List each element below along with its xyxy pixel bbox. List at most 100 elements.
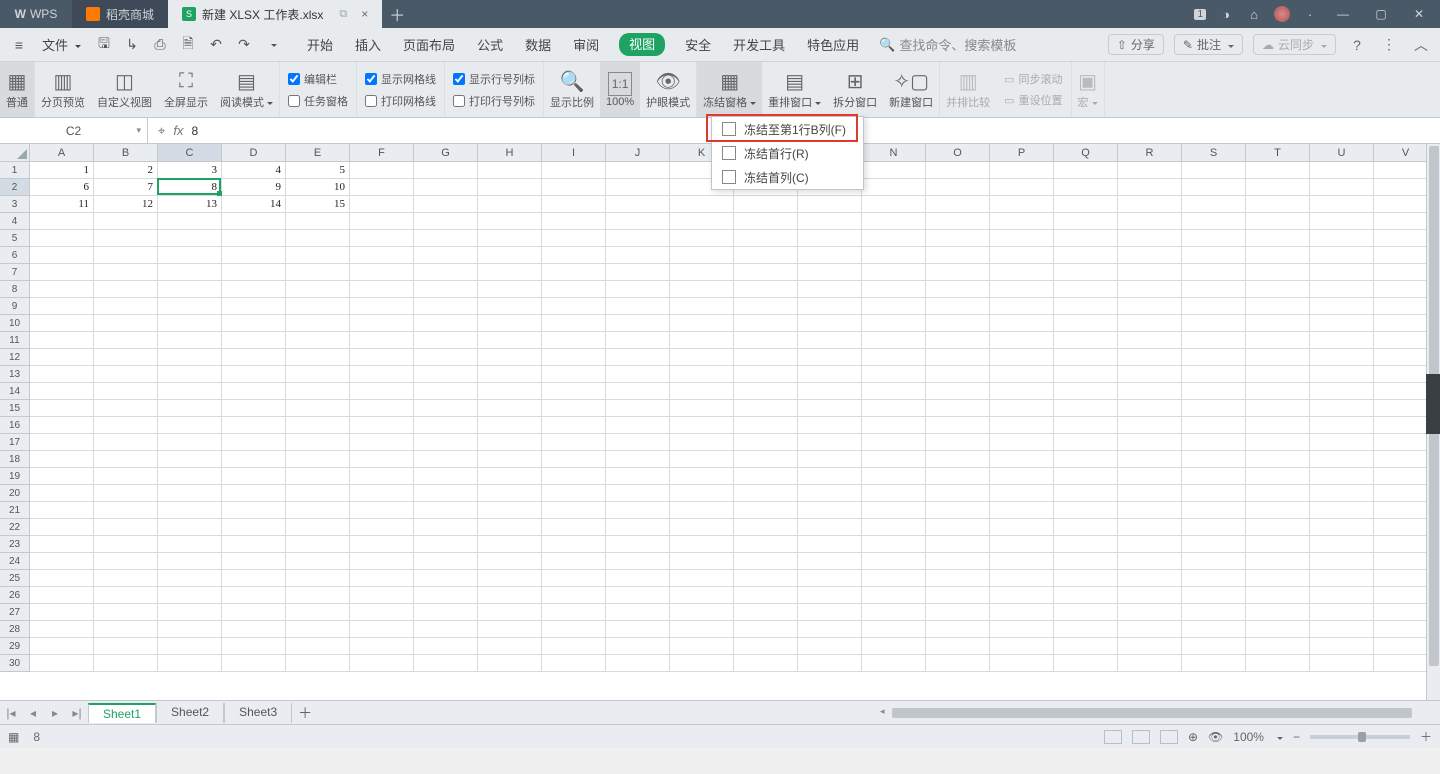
cell[interactable] [286,604,350,621]
cell[interactable] [926,281,990,298]
cell[interactable] [350,519,414,536]
row-header[interactable]: 9 [0,298,30,315]
cell[interactable] [734,502,798,519]
cell[interactable] [926,179,990,196]
cell[interactable] [414,162,478,179]
cell[interactable] [1118,621,1182,638]
cell[interactable] [1246,298,1310,315]
cell[interactable] [286,332,350,349]
cell[interactable] [862,536,926,553]
cell[interactable] [862,179,926,196]
cell[interactable] [94,417,158,434]
cell[interactable] [1054,417,1118,434]
row-header[interactable]: 26 [0,587,30,604]
cell[interactable] [734,400,798,417]
cell[interactable] [286,281,350,298]
cell[interactable] [350,383,414,400]
cell[interactable] [286,383,350,400]
cell[interactable] [1118,417,1182,434]
cell[interactable] [158,655,222,672]
cell[interactable] [1182,570,1246,587]
cell[interactable] [414,638,478,655]
cell[interactable] [30,451,94,468]
chevron-down-icon[interactable]: ▾ [136,125,141,136]
redo-icon[interactable]: ↷ [233,34,255,56]
cell[interactable] [990,264,1054,281]
close-window-button[interactable]: ✕ [1406,7,1432,21]
cell[interactable] [990,383,1054,400]
cell[interactable] [606,468,670,485]
cell[interactable] [670,213,734,230]
cell[interactable] [1182,179,1246,196]
cell[interactable] [94,468,158,485]
cell[interactable] [414,553,478,570]
cell[interactable] [862,451,926,468]
cell[interactable] [1182,315,1246,332]
cell[interactable] [926,485,990,502]
col-header-D[interactable]: D [222,144,286,161]
cell[interactable] [350,366,414,383]
cell[interactable] [350,621,414,638]
expand-fx-icon[interactable]: ⌖ [158,123,165,139]
cell[interactable] [862,655,926,672]
cell[interactable] [478,468,542,485]
cell[interactable] [1310,434,1374,451]
cell[interactable] [414,400,478,417]
cell[interactable] [1118,536,1182,553]
cell[interactable] [862,213,926,230]
row-header[interactable]: 15 [0,400,30,417]
cell[interactable] [158,264,222,281]
cell[interactable] [606,162,670,179]
cell[interactable] [798,638,862,655]
cell[interactable] [734,553,798,570]
cell[interactable] [606,298,670,315]
cell[interactable] [990,519,1054,536]
cell[interactable] [1310,638,1374,655]
cell[interactable] [30,485,94,502]
cell[interactable] [1246,655,1310,672]
cell[interactable] [734,213,798,230]
cell[interactable] [414,366,478,383]
cell[interactable] [1310,502,1374,519]
cell[interactable] [158,366,222,383]
cell[interactable] [1246,332,1310,349]
cell[interactable] [990,604,1054,621]
cell[interactable] [158,281,222,298]
cell[interactable] [478,451,542,468]
cell[interactable] [1246,213,1310,230]
cell[interactable] [926,298,990,315]
cell[interactable] [1246,179,1310,196]
cell[interactable] [414,485,478,502]
cell[interactable] [350,281,414,298]
zoom-in[interactable]: ＋ [1420,728,1432,745]
menu-tab-视图[interactable]: 视图 [619,33,665,56]
cell[interactable] [350,179,414,196]
cell[interactable] [1054,485,1118,502]
cell[interactable] [158,349,222,366]
cell[interactable] [1310,281,1374,298]
cell[interactable] [1182,213,1246,230]
notification-badge[interactable]: 1 [1194,9,1206,20]
cell[interactable] [94,281,158,298]
cell[interactable] [542,638,606,655]
skin-icon[interactable]: ◑ [1218,6,1234,22]
cell[interactable] [542,162,606,179]
cell[interactable] [670,655,734,672]
cell[interactable] [542,570,606,587]
cell[interactable] [1246,247,1310,264]
cell[interactable] [798,553,862,570]
home-icon[interactable]: ⌂ [1246,6,1262,22]
cell[interactable] [862,638,926,655]
row-header[interactable]: 5 [0,230,30,247]
chk-rowcol[interactable]: 显示行号列标 [453,71,535,87]
cell[interactable] [1054,264,1118,281]
menu-tab-开始[interactable]: 开始 [305,33,335,56]
cell[interactable] [350,298,414,315]
row-header[interactable]: 1 [0,162,30,179]
cell[interactable] [1054,366,1118,383]
collapse-ribbon-icon[interactable]: ︿ [1410,35,1432,55]
cell[interactable] [798,213,862,230]
print-icon[interactable]: ⎙ [149,34,171,56]
cell[interactable] [1054,400,1118,417]
cell[interactable] [478,332,542,349]
